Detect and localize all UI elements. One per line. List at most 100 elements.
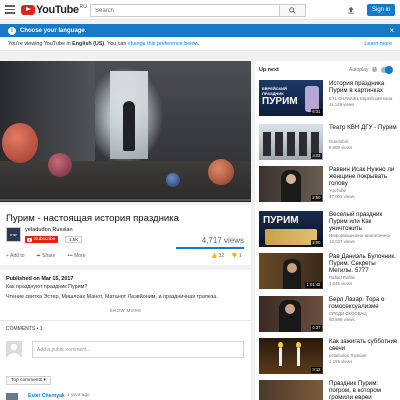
like-count: 32 bbox=[218, 253, 225, 259]
share-button[interactable]: ➦ Share bbox=[37, 253, 56, 259]
language-bar-title: Choose your language. bbox=[20, 27, 87, 34]
video-duration: 3:03 bbox=[310, 153, 322, 159]
video-duration: 2:50 bbox=[310, 195, 322, 201]
recommended-title: Раввин Исак Нужно ли женщине покрывать г… bbox=[329, 166, 395, 187]
dislike-button[interactable]: 👎 1 bbox=[231, 253, 241, 259]
description-line: Как празднуют праздник Пурим? bbox=[6, 284, 88, 290]
thumbnail-decoration bbox=[265, 229, 317, 245]
recommended-video[interactable]: 2:50 Раввин Исак Нужно ли женщине покрыв… bbox=[259, 166, 400, 206]
youtube-logo-icon bbox=[21, 4, 35, 15]
menu-icon[interactable] bbox=[5, 5, 15, 14]
dislike-count: 1 bbox=[238, 253, 242, 259]
video-thumbnail[interactable]: ЕВРЕЙСКИЙ ПРАЗДНИК ПУРИМ 6:31 bbox=[259, 80, 323, 116]
view-count: 4,717 views bbox=[201, 236, 244, 245]
video-duration: 1:01:42 bbox=[305, 282, 322, 288]
recommended-views: 13,037 views bbox=[329, 239, 355, 244]
search-button[interactable] bbox=[279, 5, 305, 16]
search-icon bbox=[289, 7, 296, 14]
notice-suffix: . bbox=[198, 41, 200, 47]
video-duration: 3:12 bbox=[310, 367, 322, 373]
more-label: More bbox=[74, 253, 86, 259]
thumbnail-candle bbox=[297, 348, 300, 366]
comment-author-avatar[interactable] bbox=[6, 393, 18, 400]
comments-panel bbox=[0, 320, 251, 400]
video-progress-bar[interactable] bbox=[0, 199, 251, 201]
like-icon: 👍 bbox=[211, 253, 219, 259]
notice-language: English (US) bbox=[72, 41, 105, 47]
video-title: Пурим - настоящая история праздника bbox=[6, 213, 180, 224]
youtube-logo[interactable]: YouTube RU bbox=[21, 4, 87, 16]
recommended-video[interactable]: ЕВРЕЙСКИЙ ПРАЗДНИК ПУРИМ 6:31 История пра… bbox=[259, 80, 400, 120]
subscribe-label: Subscribe bbox=[34, 237, 56, 242]
recommended-channel: yeladudon Russian bbox=[329, 353, 367, 358]
recommended-title: Рав Даниэль Булочник. Пурим. Секреты Мег… bbox=[329, 253, 396, 274]
subscribe-button[interactable]: Subscribe bbox=[25, 236, 59, 243]
recommended-title: Праздник Пурим: погром, в котором громил… bbox=[329, 380, 382, 400]
recommended-video[interactable]: Праздник Пурим: погром, в котором громил… bbox=[259, 380, 400, 400]
recommended-views: 50,596 views bbox=[329, 317, 355, 322]
logo-region: RU bbox=[79, 3, 87, 10]
recommended-video[interactable]: 3:03 Театр КВН ДГУ - Пурим fsundobot 8,9… bbox=[259, 124, 400, 164]
close-icon[interactable]: × bbox=[389, 26, 394, 35]
chevron-down-icon: ▾ bbox=[43, 378, 46, 383]
up-next-heading: Up next bbox=[259, 67, 279, 73]
like-ratio-bar bbox=[176, 247, 244, 249]
video-frame-balloon bbox=[48, 153, 72, 177]
thumbnail-caption: ПУРИМ bbox=[263, 215, 299, 226]
video-duration: 6:31 bbox=[310, 109, 322, 115]
comment-sort-dropdown[interactable]: Top comments ▾ bbox=[6, 376, 51, 385]
video-thumbnail[interactable] bbox=[259, 380, 323, 400]
sign-in-button[interactable]: Sign in bbox=[367, 4, 396, 16]
recommended-channel: Информационно-аналитическ bbox=[329, 233, 391, 238]
learn-more-link[interactable]: Learn more bbox=[364, 37, 392, 51]
add-to-button[interactable]: + Add to bbox=[6, 253, 25, 259]
comment-input[interactable]: Add a public comment... bbox=[32, 341, 244, 358]
autoplay-toggle[interactable] bbox=[381, 66, 393, 74]
thumbnail-figure bbox=[275, 132, 283, 156]
comment-time: 1 year ago bbox=[67, 393, 90, 398]
add-to-label: Add to bbox=[10, 253, 25, 259]
recommended-channel: ETL CHANNEL Еврейский кана bbox=[329, 96, 393, 101]
search-input[interactable] bbox=[91, 5, 279, 16]
recommended-title: Театр КВН ДГУ - Пурим bbox=[329, 124, 397, 131]
recommended-video[interactable]: ПУРИМ 2:00 Веселый праздник Пурим или Ка… bbox=[259, 211, 400, 251]
show-more-button[interactable]: SHOW MORE bbox=[0, 308, 251, 313]
description-line: Чтение свитка Эстер, Мишлоах Манот, Мата… bbox=[6, 294, 218, 300]
recommended-views: 47,001 views bbox=[329, 194, 355, 199]
dislike-icon: 👎 bbox=[231, 253, 239, 259]
search-box bbox=[90, 4, 306, 17]
info-icon: i bbox=[8, 26, 16, 35]
video-thumbnail[interactable]: 1:01:42 bbox=[259, 253, 323, 289]
recommended-video[interactable]: 3:12 Как зажигать субботние свечи yeladu… bbox=[259, 338, 400, 378]
recommended-video[interactable]: 1:01:42 Рав Даниэль Булочник. Пурим. Сек… bbox=[259, 253, 400, 293]
notice-middle: . You can bbox=[104, 41, 128, 47]
logo-text: YouTube bbox=[36, 3, 79, 16]
change-preference-link[interactable]: change this preference below bbox=[128, 41, 198, 47]
recommended-title: История праздника Пурим в картинках bbox=[329, 80, 385, 94]
channel-avatar-text: ישרא bbox=[9, 233, 18, 237]
video-thumbnail[interactable]: 2:50 bbox=[259, 166, 323, 202]
comment-author[interactable]: Ester Chernyak bbox=[28, 393, 65, 399]
video-thumbnail[interactable]: ПУРИМ 2:00 bbox=[259, 211, 323, 247]
video-player[interactable] bbox=[0, 61, 251, 202]
language-notice: You're viewing YouTube in English (US). … bbox=[0, 37, 400, 51]
published-date: Published on Mar 15, 2017 bbox=[6, 276, 74, 282]
video-frame-balloon bbox=[208, 159, 234, 185]
more-button[interactable]: ••• More bbox=[67, 253, 85, 259]
channel-name[interactable]: yeladudon Russian bbox=[25, 227, 73, 233]
recommended-channel: YouTube bbox=[329, 188, 347, 193]
like-button[interactable]: 👍 32 bbox=[211, 253, 224, 259]
recommended-views: 1,155 views bbox=[329, 359, 353, 364]
recommended-channel: fsundobot bbox=[329, 139, 349, 144]
channel-avatar[interactable]: ישרא bbox=[6, 227, 21, 242]
like-dislike: 👍 32 👎 1 bbox=[211, 253, 242, 259]
share-label: Share bbox=[42, 253, 56, 259]
upload-icon[interactable] bbox=[347, 6, 355, 14]
video-thumbnail[interactable]: 3:12 bbox=[259, 338, 323, 374]
recommended-title: Берл Лазар: Тора о гомосексуализме bbox=[329, 296, 385, 310]
video-duration: 2:00 bbox=[310, 240, 322, 246]
recommended-video[interactable]: 0:37 Берл Лазар: Тора о гомосексуализме … bbox=[259, 296, 400, 336]
video-thumbnail[interactable]: 0:37 bbox=[259, 296, 323, 332]
thumbnail-figure bbox=[299, 132, 307, 156]
video-thumbnail[interactable]: 3:03 bbox=[259, 124, 323, 160]
